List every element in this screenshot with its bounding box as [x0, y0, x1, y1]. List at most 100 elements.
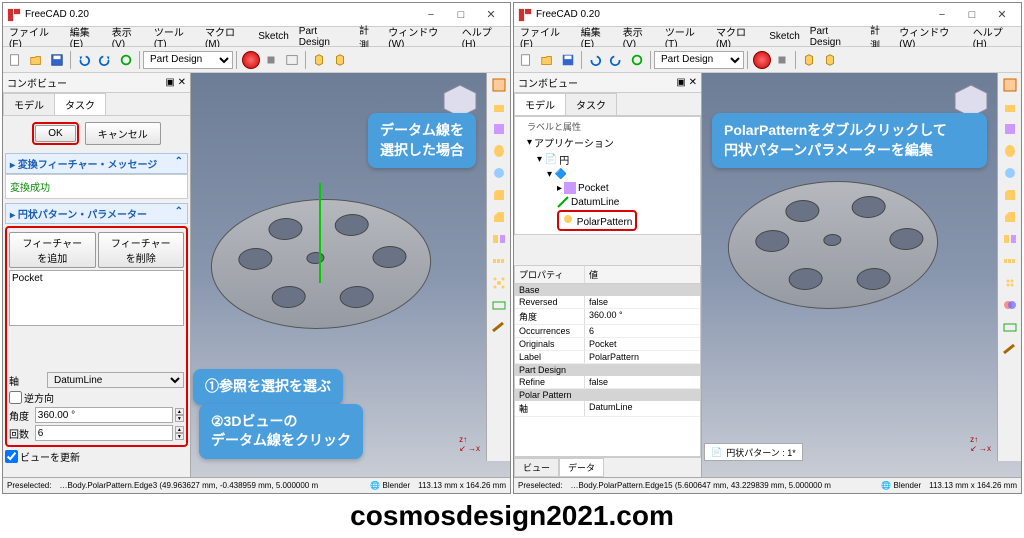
- revolve-icon[interactable]: [1000, 141, 1020, 161]
- record-macro-icon[interactable]: [242, 51, 260, 69]
- redo-icon[interactable]: [95, 50, 115, 70]
- count-input[interactable]: [35, 425, 173, 441]
- menu-partdesign[interactable]: Part Design: [295, 24, 353, 50]
- tab-data[interactable]: データ: [559, 458, 604, 477]
- window-title: FreeCAD 0.20: [536, 9, 927, 20]
- part-disc[interactable]: [206, 199, 435, 329]
- polar-pattern-icon[interactable]: [1000, 273, 1020, 293]
- undo-icon[interactable]: [585, 50, 605, 70]
- 3d-viewport[interactable]: PolarPatternをダブルクリックして円状パターンパラメーターを編集 📄 …: [702, 73, 1021, 477]
- angle-up-icon[interactable]: ▲: [175, 408, 184, 415]
- datum-plane-icon[interactable]: [489, 295, 509, 315]
- stop-macro-icon[interactable]: [772, 50, 792, 70]
- fillet-icon[interactable]: [489, 185, 509, 205]
- measure-icon[interactable]: [1000, 339, 1020, 359]
- tab-view[interactable]: ビュー: [514, 458, 559, 477]
- workbench-selector[interactable]: Part Design: [143, 51, 233, 69]
- new-icon[interactable]: [516, 50, 536, 70]
- sketch-icon[interactable]: [1000, 75, 1020, 95]
- mirror-icon[interactable]: [1000, 229, 1020, 249]
- axis-select[interactable]: DatumLine: [47, 372, 184, 388]
- part-disc[interactable]: [724, 181, 943, 309]
- tab-model[interactable]: モデル: [3, 93, 55, 115]
- linear-pattern-icon[interactable]: [1000, 251, 1020, 271]
- pocket-icon[interactable]: [1000, 119, 1020, 139]
- tree-application[interactable]: ▾ アプリケーション: [517, 134, 698, 151]
- fillet-icon[interactable]: [1000, 185, 1020, 205]
- panel-close-icon[interactable]: ▣ ✕: [165, 77, 186, 88]
- tab-model[interactable]: モデル: [514, 93, 566, 115]
- feature-list[interactable]: Pocket: [9, 270, 184, 326]
- stop-macro-icon[interactable]: [261, 50, 281, 70]
- chamfer-icon[interactable]: [489, 207, 509, 227]
- prop-group-polarpattern: Polar Pattern: [515, 389, 700, 401]
- update-view-checkbox[interactable]: [5, 450, 18, 463]
- chamfer-icon[interactable]: [1000, 207, 1020, 227]
- angle-input[interactable]: [35, 407, 173, 423]
- undo-icon[interactable]: [74, 50, 94, 70]
- pad-icon[interactable]: [489, 97, 509, 117]
- linear-pattern-icon[interactable]: [489, 251, 509, 271]
- measure-icon[interactable]: [489, 317, 509, 337]
- update-view-label: ビューを更新: [20, 449, 80, 464]
- revolve-icon[interactable]: [489, 141, 509, 161]
- transform-msg-header[interactable]: ▸ 変換フィーチャー・メッセージ⌃: [5, 153, 188, 174]
- prop-axis[interactable]: DatumLine: [585, 401, 700, 416]
- tree-document[interactable]: ▾ 📄 円: [517, 151, 698, 168]
- menu-partdesign[interactable]: Part Design: [806, 24, 864, 50]
- prop-refine[interactable]: false: [585, 376, 700, 388]
- prop-angle[interactable]: 360.00 °: [585, 309, 700, 324]
- part-icon[interactable]: [309, 50, 329, 70]
- mirror-icon[interactable]: [489, 229, 509, 249]
- polar-pattern-icon[interactable]: [489, 273, 509, 293]
- nav-style[interactable]: 🌐 Blender: [370, 481, 410, 490]
- boolean-icon[interactable]: [1000, 295, 1020, 315]
- remove-feature-button[interactable]: フィーチャーを削除: [98, 232, 185, 268]
- nav-style[interactable]: 🌐 Blender: [881, 481, 921, 490]
- menu-sketch[interactable]: Sketch: [765, 29, 804, 44]
- part-icon-2[interactable]: [330, 50, 350, 70]
- prop-reversed[interactable]: false: [585, 296, 700, 308]
- macros-icon[interactable]: [282, 50, 302, 70]
- part-icon-2[interactable]: [820, 50, 840, 70]
- save-icon[interactable]: [558, 50, 578, 70]
- workbench-selector[interactable]: Part Design: [654, 51, 744, 69]
- tab-task[interactable]: タスク: [565, 93, 617, 115]
- new-icon[interactable]: [5, 50, 25, 70]
- sketch-icon[interactable]: [489, 75, 509, 95]
- tree-body[interactable]: ▾ 🔷: [517, 168, 698, 181]
- tree-datumline[interactable]: DatumLine: [517, 195, 698, 209]
- open-icon[interactable]: [26, 50, 46, 70]
- prop-occurrences[interactable]: 6: [585, 325, 700, 337]
- document-tab[interactable]: 📄 円状パターン : 1*: [704, 443, 803, 461]
- angle-down-icon[interactable]: ▼: [175, 415, 184, 422]
- tree-pocket[interactable]: ▸ Pocket: [517, 181, 698, 195]
- refresh-icon[interactable]: [627, 50, 647, 70]
- tab-task[interactable]: タスク: [54, 93, 106, 115]
- record-macro-icon[interactable]: [753, 51, 771, 69]
- datum-line[interactable]: [319, 183, 321, 283]
- tree-polarpattern[interactable]: PolarPattern: [517, 209, 698, 232]
- pocket-icon[interactable]: [489, 119, 509, 139]
- save-icon[interactable]: [47, 50, 67, 70]
- open-icon[interactable]: [537, 50, 557, 70]
- cancel-button[interactable]: キャンセル: [85, 122, 161, 145]
- pad-icon[interactable]: [1000, 97, 1020, 117]
- prop-originals[interactable]: Pocket: [585, 338, 700, 350]
- panel-close-icon[interactable]: ▣ ✕: [676, 77, 697, 88]
- redo-icon[interactable]: [606, 50, 626, 70]
- add-feature-button[interactable]: フィーチャーを追加: [9, 232, 96, 268]
- prop-label[interactable]: PolarPattern: [585, 351, 700, 363]
- part-icon[interactable]: [799, 50, 819, 70]
- ok-button[interactable]: OK: [35, 125, 75, 142]
- polar-param-header[interactable]: ▸ 円状パターン・パラメーター⌃: [5, 203, 188, 224]
- count-up-icon[interactable]: ▲: [175, 426, 184, 433]
- menu-sketch[interactable]: Sketch: [254, 29, 293, 44]
- refresh-icon[interactable]: [116, 50, 136, 70]
- datum-plane-icon[interactable]: [1000, 317, 1020, 337]
- 3d-viewport[interactable]: データム線を選択した場合 ①参照を選択を選ぶ ②3Dビューのデータム線をクリック…: [191, 73, 510, 477]
- hole-icon[interactable]: [1000, 163, 1020, 183]
- reverse-checkbox[interactable]: [9, 391, 22, 404]
- count-down-icon[interactable]: ▼: [175, 433, 184, 440]
- hole-icon[interactable]: [489, 163, 509, 183]
